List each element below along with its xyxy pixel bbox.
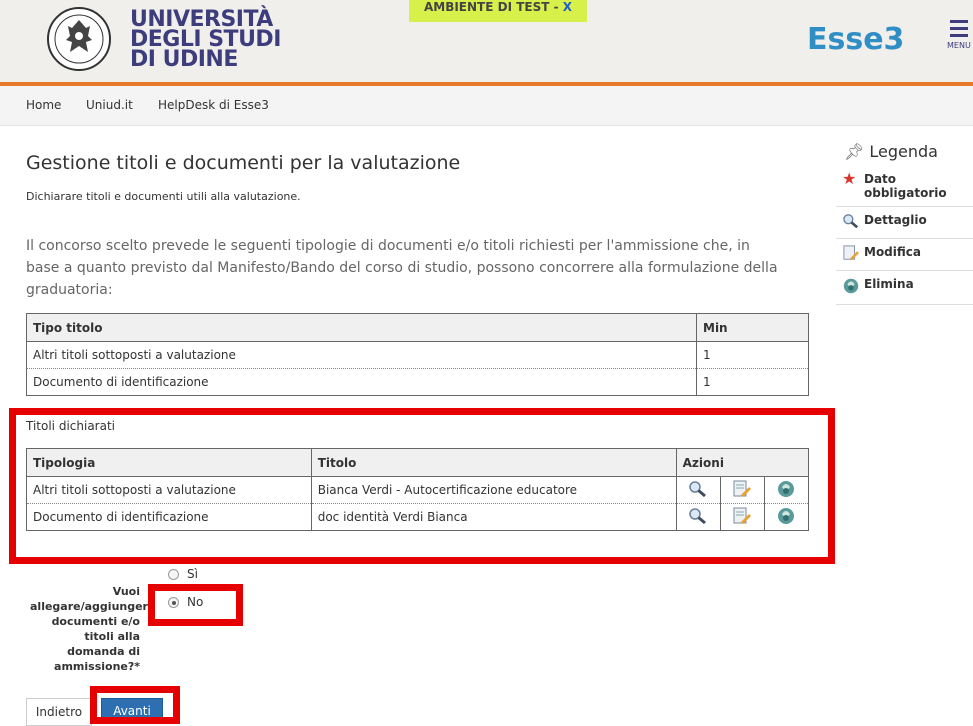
legend-item-label: Elimina: [864, 277, 914, 291]
delete-icon: [842, 277, 864, 298]
legend-panel: 📌︎ Legenda ★ Dato obbligatorio Dettaglio…: [836, 138, 973, 305]
edit-icon: [842, 245, 864, 264]
menu-label: MENU: [947, 41, 971, 50]
site-header: UNIVERSITÀ DEGLI STUDI DI UDINE AMBIENTE…: [0, 0, 973, 82]
asterisk-icon: ★: [842, 169, 857, 188]
table-row: Documento di identificazione 1: [26, 368, 809, 396]
page-title: Gestione titoli e documenti per la valut…: [26, 152, 461, 174]
required-titles-table: Tipo titolo Min Altri titoli sottoposti …: [26, 313, 809, 396]
test-environment-text: AMBIENTE DI TEST -: [423, 0, 563, 14]
legend-item-label: Dettaglio: [864, 213, 927, 227]
hamburger-icon-bar: [950, 34, 968, 37]
highlight-box-declared: [9, 408, 835, 564]
nav-home-link[interactable]: Home: [26, 98, 61, 112]
menu-button[interactable]: MENU: [944, 20, 973, 60]
legend-item-required: ★ Dato obbligatorio: [836, 166, 973, 207]
legend-item-edit: Modifica: [836, 239, 973, 271]
nav-uniud-link[interactable]: Uniud.it: [86, 98, 133, 112]
legend-item-label: Dato obbligatorio: [864, 172, 947, 200]
radio-option-si[interactable]: Sì: [168, 567, 198, 581]
table-cell: Altri titoli sottoposti a valutazione: [26, 341, 697, 369]
university-name-line-3: DI UDINE: [130, 47, 238, 72]
table-cell: 1: [696, 368, 809, 396]
radio-si[interactable]: [168, 568, 179, 580]
legend-item-delete: Elimina: [836, 271, 973, 305]
hamburger-icon: [950, 20, 968, 23]
page-subtitle: Dichiarare titoli e documenti utili alla…: [26, 190, 301, 203]
pin-icon: 📌︎: [844, 142, 865, 161]
university-crest-icon: [47, 7, 111, 71]
legend-item-detail: Dettaglio: [836, 207, 973, 239]
table-cell: 1: [696, 341, 809, 369]
top-nav: Home Uniud.it HelpDesk di Esse3: [0, 86, 973, 126]
legend-title-text: Legenda: [869, 142, 938, 161]
legend-item-label: Modifica: [864, 245, 921, 259]
intro-text: Il concorso scelto prevede le seguenti t…: [26, 238, 778, 298]
legend-title: 📌︎ Legenda: [836, 138, 973, 166]
highlight-box-next: [90, 686, 180, 724]
back-button[interactable]: Indietro: [26, 698, 92, 726]
column-header-tipo-titolo: Tipo titolo: [26, 313, 697, 342]
test-environment-close[interactable]: X: [563, 0, 572, 14]
table-header-row: Tipo titolo Min: [26, 313, 809, 342]
attach-documents-question: Vuoi allegare/aggiungere documenti e/o t…: [30, 585, 156, 673]
column-header-min: Min: [696, 313, 809, 342]
university-name[interactable]: UNIVERSITÀ DEGLI STUDI DI UDINE: [130, 9, 281, 72]
test-environment-banner: AMBIENTE DI TEST - X: [409, 0, 587, 22]
highlight-box-no: [148, 584, 243, 626]
magnifier-icon: [842, 213, 864, 232]
table-row: Altri titoli sottoposti a valutazione 1: [26, 341, 809, 369]
radio-si-label[interactable]: Sì: [187, 567, 198, 581]
nav-helpdesk-link[interactable]: HelpDesk di Esse3: [158, 98, 269, 112]
app-logo[interactable]: Esse3: [807, 22, 904, 57]
hamburger-icon-bar: [950, 27, 968, 30]
table-cell: Documento di identificazione: [26, 368, 697, 396]
